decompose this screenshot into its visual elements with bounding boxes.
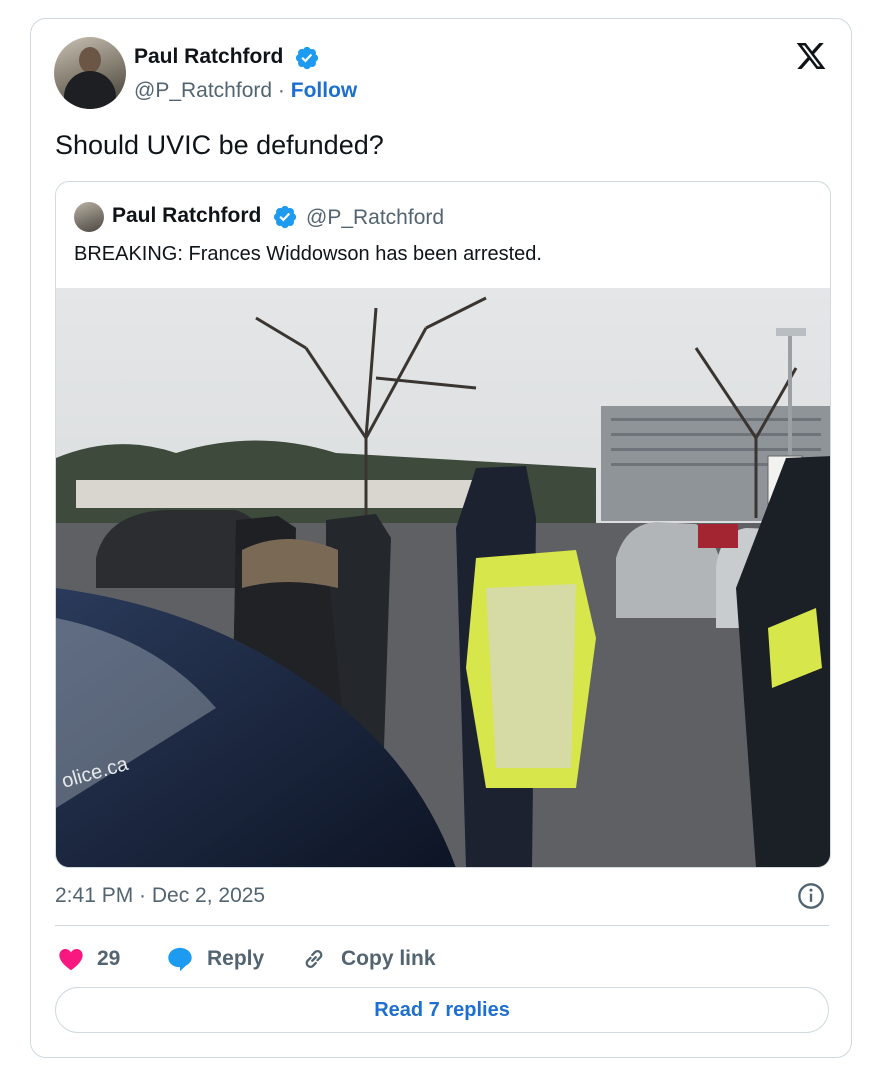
info-icon[interactable] (797, 882, 825, 910)
like-count: 29 (97, 947, 121, 970)
copy-link-button[interactable]: Copy link (299, 944, 436, 974)
divider (55, 925, 829, 926)
quoted-author-name[interactable]: Paul Ratchford (112, 204, 261, 228)
tweet-timestamp[interactable]: 2:41 PM · Dec 2, 2025 (55, 884, 265, 908)
quoted-author-avatar[interactable] (74, 202, 104, 232)
tweet-card: Paul Ratchford @P_Ratchford · Follow Sho… (30, 18, 852, 1058)
quoted-author-handle[interactable]: @P_Ratchford (306, 206, 444, 230)
heart-icon (59, 948, 83, 971)
tweet-text: Should UVIC be defunded? (55, 130, 384, 160)
author-avatar[interactable] (54, 37, 126, 109)
x-logo-icon[interactable] (794, 40, 828, 72)
follow-button[interactable]: Follow (291, 79, 358, 102)
handle-separator: · (277, 79, 285, 102)
verified-badge-icon (295, 46, 319, 70)
reply-button[interactable]: Reply (165, 944, 264, 974)
quoted-tweet-text: BREAKING: Frances Widdowson has been arr… (74, 243, 542, 265)
author-handle-row: @P_Ratchford · Follow (134, 79, 357, 103)
read-replies-button[interactable]: Read 7 replies (55, 987, 829, 1033)
quoted-tweet[interactable]: Paul Ratchford @P_Ratchford BREAKING: Fr… (55, 181, 831, 868)
author-name[interactable]: Paul Ratchford (134, 45, 283, 69)
quoted-tweet-photo[interactable]: olice.ca (56, 288, 831, 868)
reply-label: Reply (207, 947, 265, 970)
author-handle[interactable]: @P_Ratchford (134, 79, 272, 102)
verified-badge-icon (273, 205, 297, 229)
speech-bubble-icon (168, 947, 192, 972)
copy-link-label: Copy link (341, 947, 436, 970)
like-button[interactable]: 29 (57, 944, 120, 974)
link-icon (305, 950, 323, 968)
